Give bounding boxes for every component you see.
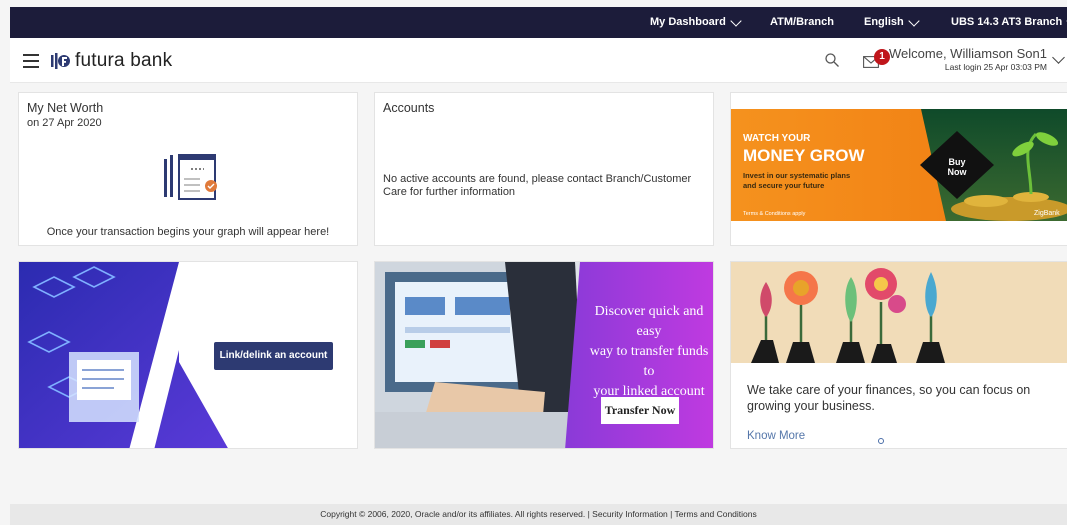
language-menu[interactable]: English: [864, 7, 920, 38]
buy-now-label-1: Buy: [948, 157, 966, 167]
accounts-card: Accounts No active accounts are found, p…: [374, 92, 714, 246]
accounts-title: Accounts: [383, 101, 435, 115]
chevron-down-icon: [908, 14, 920, 27]
net-worth-date: on 27 Apr 2020: [27, 117, 102, 129]
finances-description: We take care of your finances, so you ca…: [747, 383, 1031, 413]
notification-badge[interactable]: 1: [874, 49, 890, 65]
accounts-empty-message: No active accounts are found, please con…: [383, 173, 692, 198]
my-dashboard-menu[interactable]: My Dashboard: [650, 7, 742, 38]
link-account-card: Link/delink an account: [18, 261, 358, 449]
top-navigation-bar: My Dashboard ATM/Branch English UBS 14.3…: [10, 7, 1067, 38]
zigbank-logo: ZigBank: [1034, 210, 1060, 217]
entity-menu[interactable]: UBS 14.3 AT3 Branch: [951, 7, 1067, 38]
transfer-now-button[interactable]: Transfer Now: [601, 397, 679, 424]
entity-label: UBS 14.3 AT3 Branch: [951, 16, 1063, 28]
banner-line3: Invest in our systematic plans: [743, 171, 851, 180]
buy-now-label-2: Now: [947, 167, 967, 177]
banner-terms: Terms & Conditions apply: [743, 211, 806, 217]
know-more-link[interactable]: Know More: [747, 430, 805, 442]
futura-logo-icon: [51, 53, 70, 69]
my-dashboard-label: My Dashboard: [650, 16, 726, 28]
atm-branch-label: ATM/Branch: [770, 16, 834, 28]
net-worth-empty-message: Once your transaction begins your graph …: [46, 226, 330, 238]
transfer-headline: Discover quick and easy way to transfer …: [585, 302, 713, 402]
link-delink-account-button[interactable]: Link/delink an account: [214, 342, 333, 370]
chevron-down-icon[interactable]: [1052, 51, 1065, 64]
app-header: futura bank 1 Welcome, Williamson Son1 L…: [10, 38, 1067, 83]
transfer-line2: way to transfer funds to: [589, 344, 709, 379]
language-label: English: [864, 16, 904, 28]
chevron-down-icon: [730, 14, 742, 27]
menu-icon[interactable]: [23, 54, 39, 68]
carousel-dot[interactable]: [878, 438, 884, 444]
transfer-line1: Discover quick and easy: [594, 304, 704, 339]
finances-card: We take care of your finances, so you ca…: [730, 261, 1067, 449]
transfer-funds-card: Discover quick and easy way to transfer …: [374, 261, 714, 449]
net-worth-card: My Net Worth on 27 Apr 2020 Once your tr…: [18, 92, 358, 246]
user-menu[interactable]: Welcome, Williamson Son1 Last login 25 A…: [889, 46, 1047, 72]
net-worth-title: My Net Worth: [27, 101, 104, 115]
brand-logo[interactable]: futura bank: [50, 48, 172, 74]
search-icon[interactable]: [825, 53, 839, 67]
footer: Copyright © 2006, 2020, Oracle and/or it…: [10, 504, 1067, 525]
welcome-text: Welcome, Williamson Son1: [889, 46, 1047, 61]
flowers-illustration: [731, 262, 1067, 363]
banner-line1: WATCH YOUR: [743, 133, 811, 144]
banner-line2: MONEY GROW: [743, 146, 865, 165]
money-grow-banner-card[interactable]: WATCH YOUR MONEY GROW Invest in our syst…: [730, 92, 1067, 246]
document-report-icon: [164, 154, 217, 200]
brand-name: futura bank: [75, 50, 173, 71]
banner-line4: and secure your future: [743, 181, 825, 190]
buy-now-badge[interactable]: Buy Now: [941, 157, 973, 177]
atm-branch-link[interactable]: ATM/Branch: [770, 7, 834, 38]
last-login-text: Last login 25 Apr 03:03 PM: [944, 62, 1047, 72]
